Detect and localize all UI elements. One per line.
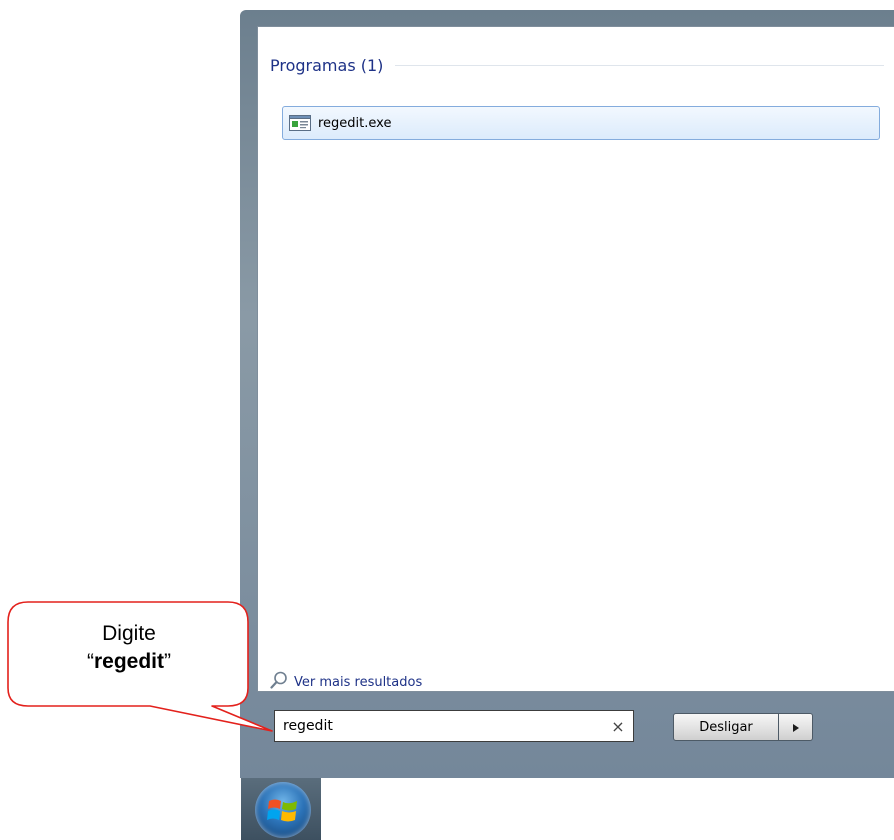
shutdown-button[interactable]: Desligar: [673, 713, 779, 741]
callout-line2: “regedit”: [10, 648, 248, 676]
search-input[interactable]: regedit ×: [274, 710, 634, 742]
callout-quote-open: “: [86, 650, 94, 673]
result-item-label: regedit.exe: [318, 115, 392, 131]
see-more-results-label: Ver mais resultados: [294, 674, 423, 690]
see-more-results-link[interactable]: Ver mais resultados: [270, 671, 422, 693]
start-button[interactable]: [255, 782, 311, 838]
result-item-regedit[interactable]: regedit.exe: [282, 106, 880, 140]
callout-quote-close: ”: [164, 650, 171, 673]
start-menu: Programas (1) regedit.exe Ver mais resul…: [240, 10, 894, 778]
shutdown-options-button[interactable]: [779, 713, 813, 741]
callout-text: Digite “regedit”: [10, 620, 248, 676]
callout-keyword: regedit: [93, 650, 164, 673]
registry-editor-icon: [289, 115, 311, 131]
search-input-value: regedit: [283, 718, 333, 734]
section-title: Programas (1): [270, 55, 384, 75]
shutdown-controls: Desligar: [673, 713, 813, 741]
programs-section-header: Programas (1): [270, 53, 884, 77]
taskbar: [241, 778, 321, 840]
search-results-pane: Programas (1) regedit.exe Ver mais resul…: [257, 26, 894, 692]
clear-search-icon[interactable]: ×: [603, 717, 633, 736]
section-divider: [395, 64, 884, 66]
play-arrow-icon: [792, 718, 800, 737]
windows-logo-icon: [267, 799, 297, 822]
callout-line1: Digite: [102, 622, 156, 645]
